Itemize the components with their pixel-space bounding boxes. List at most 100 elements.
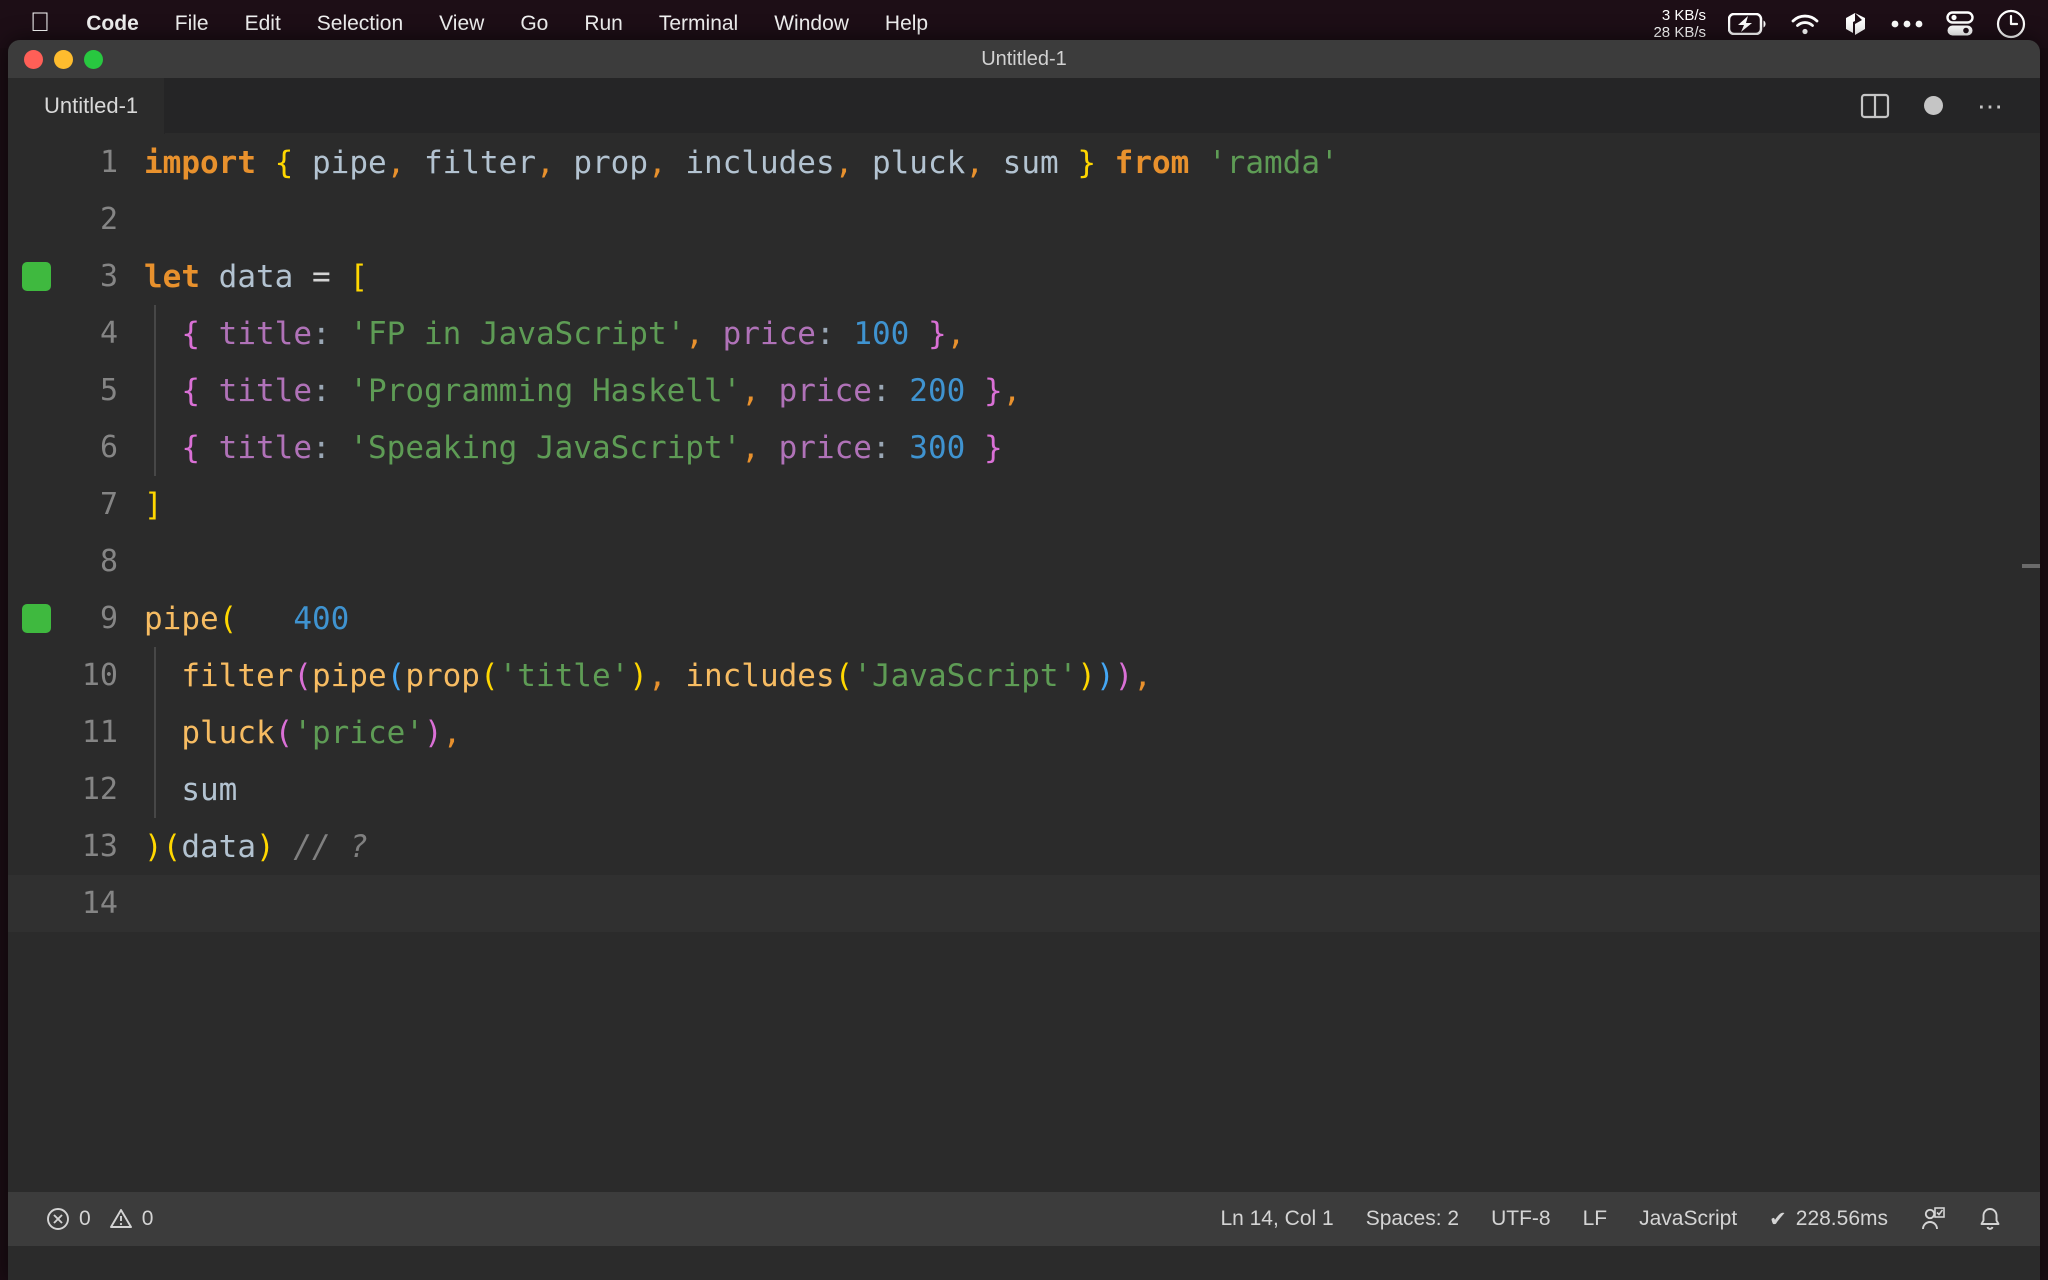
code-text[interactable]: { title: 'FP in JavaScript', price: 100 … — [140, 305, 2040, 362]
clock-icon[interactable] — [1996, 9, 2026, 39]
quokka-status[interactable]: ✔ 228.56ms — [1753, 1207, 1904, 1232]
token-title-arg: 'title' — [498, 657, 630, 694]
code-line: 11 pluck('price'), — [8, 704, 2040, 761]
token-import-prop: prop — [573, 144, 648, 181]
problems-status[interactable]: 0 0 — [30, 1207, 169, 1231]
line-number: 11 — [81, 715, 118, 750]
token-import-filter: filter — [424, 144, 536, 181]
close-window-button[interactable] — [24, 49, 43, 69]
warning-count: 0 — [141, 1207, 154, 1230]
token-module-string: 'ramda' — [1208, 144, 1339, 181]
token-title-value: 'Programming Haskell' — [349, 372, 742, 409]
indent-guide — [154, 305, 156, 362]
token-price-value: 300 — [909, 429, 966, 466]
network-speed-indicator[interactable]: 3 KB/s 28 KB/s — [1653, 7, 1706, 41]
remote-account-icon[interactable] — [1904, 1206, 1962, 1232]
menu-item-window[interactable]: Window — [756, 12, 867, 36]
token-prop-call: prop — [405, 657, 480, 694]
indent-guide — [154, 761, 156, 818]
tab-untitled-1[interactable]: Untitled-1 — [8, 77, 166, 134]
editor-actions: ⋯ — [1860, 91, 2040, 121]
token-comment: // ? — [293, 828, 368, 865]
line-ending-status[interactable]: LF — [1567, 1207, 1624, 1231]
code-text[interactable] — [140, 875, 2040, 932]
indent-guide — [154, 704, 156, 761]
code-text[interactable]: )(data) // ? — [140, 818, 2040, 875]
code-text[interactable]: import { pipe, filter, prop, includes, p… — [140, 134, 2040, 191]
code-text[interactable] — [140, 533, 2040, 590]
token-pipe-call: pipe — [311, 657, 387, 694]
token-title-value: 'FP in JavaScript' — [349, 315, 686, 352]
code-text[interactable]: let data = [ — [140, 248, 2040, 305]
language-mode-status[interactable]: JavaScript — [1623, 1207, 1753, 1231]
cursor-position-status[interactable]: Ln 14, Col 1 — [1204, 1207, 1349, 1231]
token-title-key: title — [218, 372, 312, 409]
token-pipe-call: pipe — [144, 600, 219, 637]
indent-guide — [154, 362, 156, 419]
indentation-status[interactable]: Spaces: 2 — [1350, 1207, 1475, 1231]
menu-item-run[interactable]: Run — [566, 12, 641, 36]
menu-item-terminal[interactable]: Terminal — [641, 12, 756, 36]
status-bar-left: 0 0 — [8, 1207, 169, 1231]
maximize-window-button[interactable] — [84, 49, 103, 69]
split-editor-icon[interactable] — [1860, 91, 1890, 121]
line-number: 10 — [81, 658, 118, 693]
token-price-key: price — [778, 429, 872, 466]
token-filter-call: filter — [181, 657, 294, 694]
encoding-status[interactable]: UTF-8 — [1475, 1207, 1567, 1231]
token-title-key: title — [218, 315, 312, 352]
unsaved-indicator-icon[interactable] — [1924, 96, 1943, 115]
code-line: 9 pipe( 400 — [8, 590, 2040, 647]
menu-item-file[interactable]: File — [157, 12, 227, 36]
notifications-bell-icon[interactable] — [1962, 1206, 2018, 1232]
code-line: 1 import { pipe, filter, prop, includes,… — [8, 134, 2040, 191]
line-number: 3 — [8, 248, 140, 305]
menu-item-help[interactable]: Help — [867, 12, 946, 36]
token-javascript-arg: 'JavaScript' — [853, 657, 1078, 694]
token-open-brace: { — [274, 144, 294, 181]
code-text[interactable]: pipe( 400 — [140, 590, 2040, 647]
quokka-runtime: 228.56ms — [1795, 1207, 1888, 1230]
token-let-keyword: let — [144, 258, 200, 295]
code-text[interactable]: { title: 'Speaking JavaScript', price: 3… — [140, 419, 2040, 476]
more-actions-icon[interactable]: ⋯ — [1977, 93, 2006, 119]
indent-guide — [154, 647, 156, 704]
code-text[interactable] — [140, 191, 2040, 248]
code-text[interactable]: { title: 'Programming Haskell', price: 2… — [140, 362, 2040, 419]
menu-item-code[interactable]: Code — [68, 12, 157, 36]
menu-ellipsis-icon[interactable] — [1890, 19, 1924, 29]
line-number: 7 — [99, 487, 118, 522]
network-download-speed: 3 KB/s — [1661, 7, 1706, 24]
line-number: 12 — [81, 772, 118, 807]
token-open-bracket: [ — [349, 258, 369, 295]
minimize-window-button[interactable] — [54, 49, 73, 69]
token-price-key: price — [778, 372, 872, 409]
menu-item-go[interactable]: Go — [502, 12, 566, 36]
editor-scrollbar[interactable] — [2022, 564, 2040, 568]
code-line: 10 filter(pipe(prop('title'), includes('… — [8, 647, 2040, 704]
breakpoint-indicator-icon[interactable] — [22, 262, 51, 291]
token-price-arg: 'price' — [293, 714, 424, 751]
code-line: 4 { title: 'FP in JavaScript', price: 10… — [8, 305, 2040, 362]
menu-item-edit[interactable]: Edit — [227, 12, 299, 36]
code-text[interactable]: pluck('price'), — [140, 704, 2040, 761]
token-sum-identifier: sum — [181, 771, 238, 808]
code-text[interactable]: ] — [140, 476, 2040, 533]
control-center-icon[interactable] — [1946, 11, 1974, 37]
apple-logo-icon[interactable]:  — [24, 8, 68, 40]
battery-charging-icon[interactable] — [1728, 13, 1768, 35]
code-text[interactable]: sum — [140, 761, 2040, 818]
line-number: 2 — [99, 202, 118, 237]
code-text[interactable]: filter(pipe(prop('title'), includes('Jav… — [140, 647, 2040, 704]
token-import-includes: includes — [685, 144, 835, 181]
check-icon: ✔ — [1769, 1207, 1787, 1231]
menu-item-view[interactable]: View — [421, 12, 502, 36]
menu-item-selection[interactable]: Selection — [299, 12, 421, 36]
wifi-icon[interactable] — [1790, 13, 1820, 35]
code-editor[interactable]: 1 import { pipe, filter, prop, includes,… — [8, 134, 2040, 1192]
token-includes-call: includes — [685, 657, 835, 694]
dropbox-icon[interactable] — [1842, 11, 1868, 37]
breakpoint-indicator-icon[interactable] — [22, 604, 51, 633]
editor-tab-bar: Untitled-1 ⋯ — [8, 77, 2040, 134]
error-count: 0 — [79, 1207, 91, 1230]
